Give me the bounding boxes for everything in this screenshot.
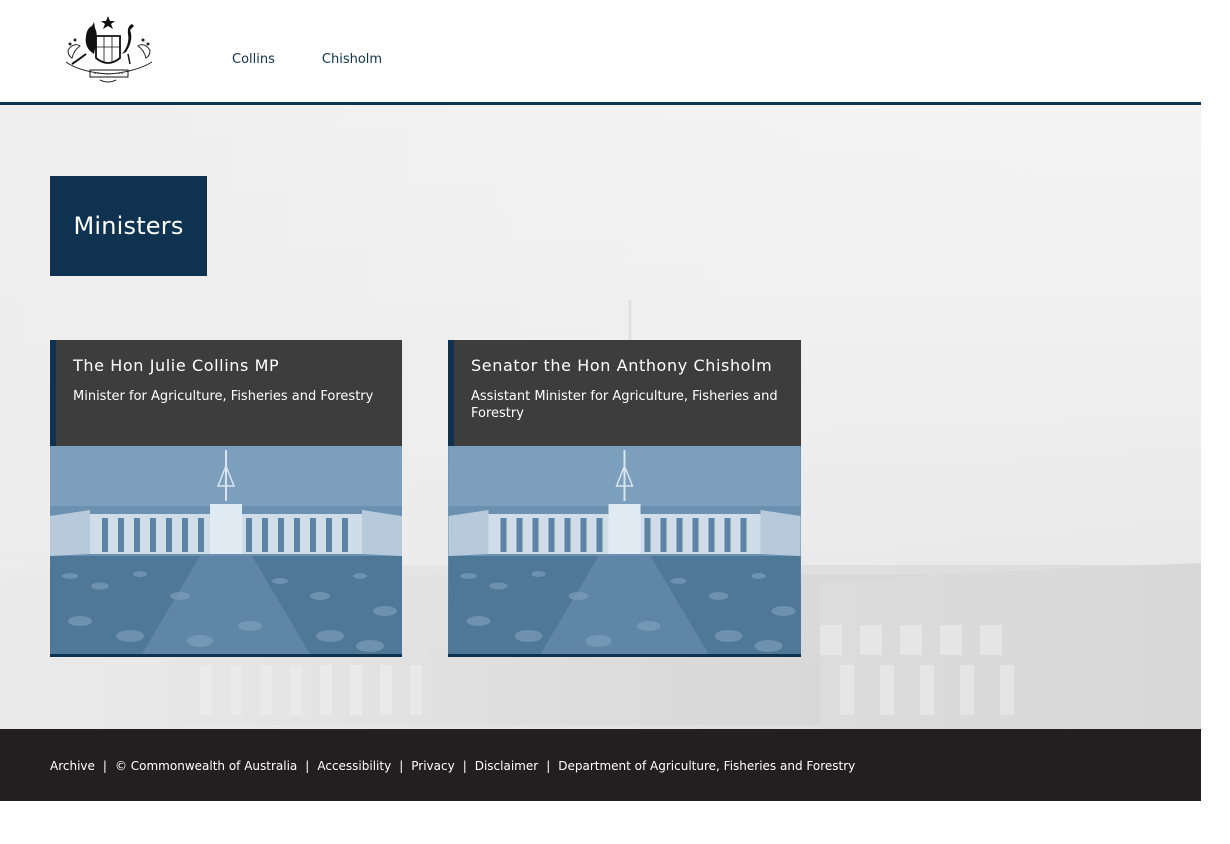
card-header: The Hon Julie Collins MP Minister for Ag… [50, 340, 402, 446]
footer-link-archive[interactable]: Archive [50, 759, 95, 773]
card-header: Senator the Hon Anthony Chisholm Assista… [448, 340, 801, 446]
minister-role: Assistant Minister for Agriculture, Fish… [471, 389, 778, 421]
footer-link-copyright[interactable]: © Commonwealth of Australia [115, 759, 297, 773]
minister-role: Minister for Agriculture, Fisheries and … [73, 389, 374, 404]
footer-link-department[interactable]: Department of Agriculture, Fisheries and… [558, 759, 855, 773]
footer-links: Archive | © Commonwealth of Australia | Acce… [50, 759, 855, 773]
footer-separator: | [399, 759, 404, 773]
parliament-house-image[interactable] [50, 446, 402, 657]
page-title-box: Ministers [50, 176, 207, 276]
site-header: Collins Chisholm [0, 0, 1201, 105]
minister-card-chisholm[interactable]: Senator the Hon Anthony Chisholm Assista… [448, 340, 801, 657]
footer-separator: | [305, 759, 310, 773]
footer-link-disclaimer[interactable]: Disclaimer [475, 759, 538, 773]
coat-of-arms-icon[interactable] [60, 14, 158, 86]
main-nav: Collins Chisholm [232, 52, 429, 67]
nav-link-chisholm[interactable]: Chisholm [322, 52, 382, 67]
footer-link-privacy[interactable]: Privacy [411, 759, 454, 773]
nav-link-collins[interactable]: Collins [232, 52, 275, 67]
footer-separator: | [462, 759, 467, 773]
footer-link-accessibility[interactable]: Accessibility [317, 759, 391, 773]
minister-name[interactable]: The Hon Julie Collins MP [73, 355, 384, 376]
site-footer: Archive | © Commonwealth of Australia | Acce… [0, 729, 1201, 801]
minister-name[interactable]: Senator the Hon Anthony Chisholm [471, 355, 783, 376]
hero-section: Ministers The Hon Julie Collins MP Minis… [0, 105, 1201, 729]
page: Collins Chisholm Ministers The Hon Julie… [0, 0, 1201, 844]
footer-separator: | [546, 759, 551, 773]
page-title: Ministers [73, 212, 184, 240]
parliament-house-image[interactable] [448, 446, 801, 657]
minister-card-collins[interactable]: The Hon Julie Collins MP Minister for Ag… [50, 340, 402, 657]
footer-separator: | [102, 759, 107, 773]
